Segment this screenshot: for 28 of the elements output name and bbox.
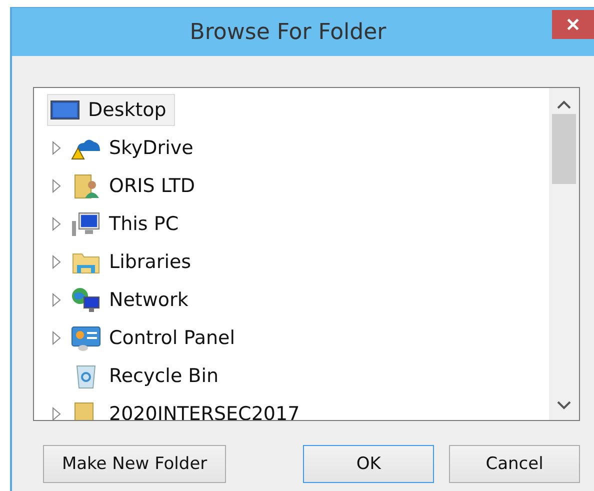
tree-item[interactable]: Network [68,284,198,316]
scroll-down-icon[interactable] [557,400,571,410]
tree-item[interactable]: This PC [68,208,188,240]
expand-arrow-icon[interactable] [52,141,62,155]
expand-arrow-icon[interactable] [52,331,62,345]
expand-arrow-icon[interactable] [52,179,62,193]
scroll-up-icon[interactable] [557,100,571,110]
expand-arrow-icon[interactable] [52,293,62,307]
tree-item[interactable]: Control Panel [68,322,244,354]
close-button[interactable]: ✕ [552,10,594,39]
dialog-button[interactable]: OK [303,445,434,483]
tree-item[interactable]: 2020INTERSEC2017 [68,398,309,420]
dialog-button[interactable]: Cancel [449,445,580,483]
tree-item[interactable]: ORIS LTD [68,170,204,202]
tree-item[interactable]: Libraries [68,246,200,278]
dialog-button[interactable]: Make New Folder [43,445,226,483]
tree-item[interactable]: Recycle Bin [68,360,228,392]
scrollbar[interactable] [549,88,579,420]
window-title: Browse For Folder [190,20,386,44]
scroll-thumb[interactable] [552,114,576,184]
tree-item[interactable]: SkyDrive [68,132,202,164]
control-panel-icon [71,325,101,351]
computer-icon [71,211,101,237]
expand-arrow-icon[interactable] [52,407,62,420]
expand-arrow-icon[interactable] [52,255,62,269]
expand-arrow-icon[interactable] [52,217,62,231]
globe-monitor-icon [71,287,101,313]
tree-item[interactable]: Desktop [47,94,176,126]
